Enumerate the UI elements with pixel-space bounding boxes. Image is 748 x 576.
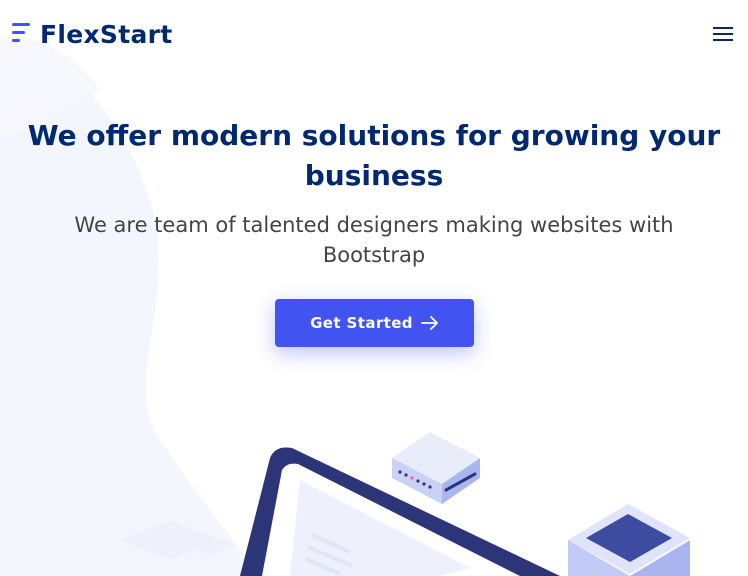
flexstart-logo-icon [12, 23, 30, 42]
site-header: FlexStart [0, 0, 748, 72]
get-started-label: Get Started [310, 314, 413, 332]
hamburger-menu-icon[interactable] [712, 24, 734, 44]
arrow-right-icon [421, 316, 438, 330]
hero-title: We offer modern solutions for growing yo… [27, 119, 721, 192]
brand-name: FlexStart [40, 19, 173, 49]
hero-subtitle: We are team of talented designers making… [74, 213, 674, 267]
isometric-server-illustration [120, 432, 690, 576]
get-started-button[interactable]: Get Started [275, 299, 474, 347]
brand-logo[interactable]: FlexStart [10, 18, 173, 50]
